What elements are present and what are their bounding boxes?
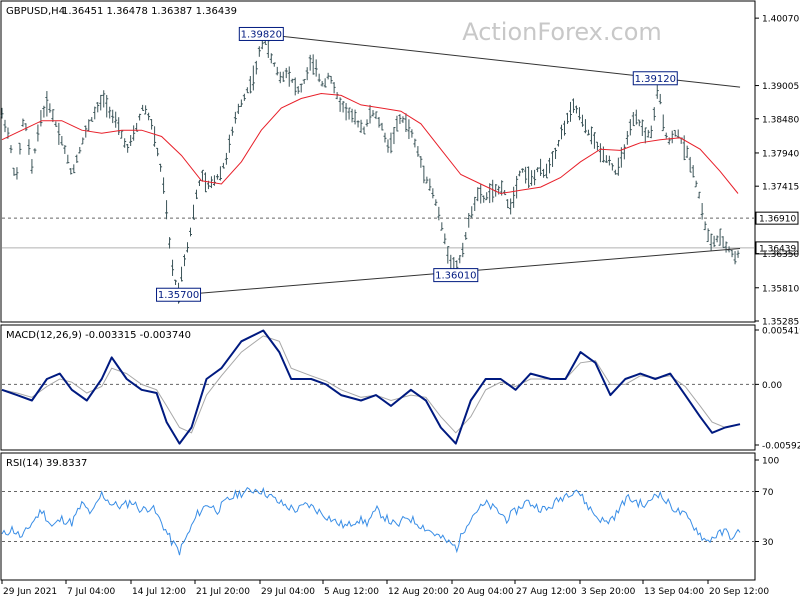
watermark: ActionForex.com xyxy=(462,18,662,46)
price-header-ohlc: 1.36451 1.36478 1.36387 1.36439 xyxy=(62,6,237,17)
annotation-label: 1.39820 xyxy=(241,29,282,40)
time-tick-label: 29 Jun 2021 xyxy=(3,587,57,597)
price-header-symbol: GBPUSD,H4 xyxy=(6,6,65,17)
macd-tick-label: 0.00 xyxy=(762,381,782,391)
rsi-title: RSI(14) 39.8337 xyxy=(6,458,87,469)
price-tick-label: 1.39005 xyxy=(762,82,799,92)
time-tick-label: 12 Aug 20:00 xyxy=(388,587,449,597)
macd-tick-label: 0.005419 xyxy=(762,327,800,337)
level-price-label: 1.36910 xyxy=(759,215,796,225)
rsi-panel-frame xyxy=(0,452,756,581)
price-axis: 1.40070 1.39005 1.38480 1.37940 1.37415 1.363… xyxy=(755,15,799,328)
rsi-tick-label: 70 xyxy=(762,488,774,498)
macd-panel-frame xyxy=(0,324,756,451)
time-tick-label: 27 Aug 12:00 xyxy=(516,587,577,597)
time-tick-label: 21 Jul 20:00 xyxy=(196,587,250,597)
price-tick-label: 1.36350 xyxy=(762,250,799,260)
price-tick-label: 1.40070 xyxy=(762,15,799,25)
rsi-tick-label: 30 xyxy=(762,538,774,548)
time-tick-label: 20 Sep 12:00 xyxy=(709,587,769,597)
chart-root: ActionForex.com GBPUSD,H4 1.36451 1.3647… xyxy=(0,0,800,600)
annotation-label: 1.39120 xyxy=(635,74,676,85)
time-tick-label: 29 Jul 04:00 xyxy=(261,587,315,597)
annotation-label: 1.36010 xyxy=(435,271,476,282)
annotation-label: 1.35700 xyxy=(158,290,199,301)
time-tick-label: 20 Aug 04:00 xyxy=(453,587,514,597)
macd-tick-label: -0.005921 xyxy=(762,442,800,452)
rsi-tick-label: 100 xyxy=(762,457,779,467)
time-tick-label: 7 Jul 04:00 xyxy=(67,587,116,597)
time-tick-label: 5 Aug 12:00 xyxy=(324,587,379,597)
macd-title: MACD(12,26,9) -0.003315 -0.003740 xyxy=(6,330,191,341)
time-tick-label: 13 Sep 04:00 xyxy=(644,587,704,597)
price-tick-label: 1.37940 xyxy=(762,149,799,159)
time-tick-label: 14 Jul 12:00 xyxy=(132,587,186,597)
price-tick-label: 1.35810 xyxy=(762,284,799,294)
price-panel-frame xyxy=(0,0,756,323)
chart-svg: ActionForex.com GBPUSD,H4 1.36451 1.3647… xyxy=(0,0,800,597)
time-axis: 29 Jun 2021 7 Jul 04:00 14 Jul 12:00 21 Jul… xyxy=(1,580,769,597)
price-tick-label: 1.37415 xyxy=(762,183,799,193)
price-tick-label: 1.38480 xyxy=(762,115,799,125)
time-tick-label: 3 Sep 20:00 xyxy=(581,587,636,597)
